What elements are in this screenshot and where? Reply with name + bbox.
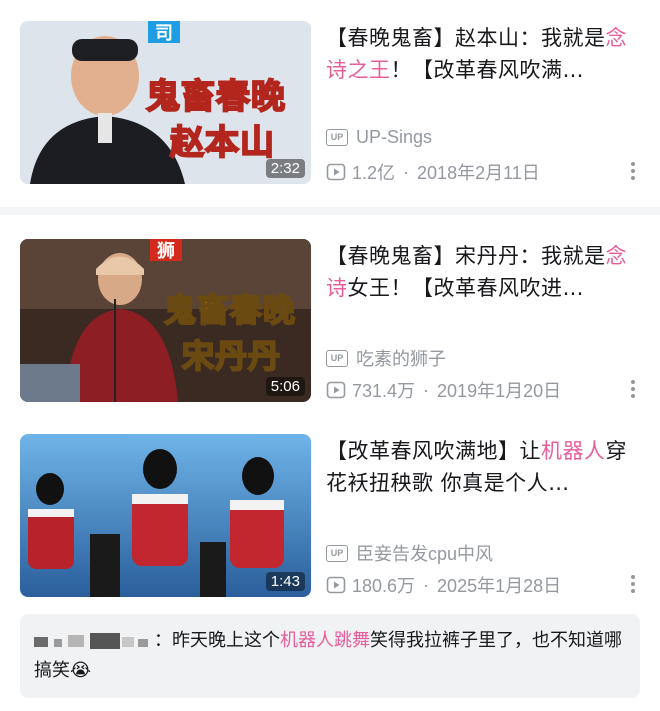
video-title[interactable]: 【春晚鬼畜】赵本山：我就是念诗之王！【改革春风吹满… xyxy=(326,22,644,86)
video-title[interactable]: 【改革春风吹满地】让机器人穿花袄扭秧歌 你真是个人… xyxy=(326,435,644,499)
thumb-badge: 司 xyxy=(155,23,173,44)
thumb-caption-1: 鬼畜春晚 xyxy=(163,290,297,330)
stats-row: 180.6万 · 2025年1月28日 xyxy=(326,572,561,598)
stats-row: 731.4万 · 2019年1月20日 xyxy=(326,377,561,403)
video-thumbnail[interactable]: 1:43 xyxy=(20,434,311,597)
more-options-icon[interactable] xyxy=(630,161,636,181)
video-thumbnail[interactable]: 狮 鬼畜春晚 宋丹丹 5:06 xyxy=(20,239,311,402)
uploader-row[interactable]: UP UP-Sings xyxy=(326,127,432,148)
up-badge-icon: UP xyxy=(326,129,348,146)
uploader-row[interactable]: UP 臣妾告发cpu中风 xyxy=(326,540,493,566)
play-count-icon xyxy=(326,576,346,594)
video-duration: 2:32 xyxy=(265,159,305,178)
upload-date: 2018年2月11日 xyxy=(417,163,540,183)
upload-date: 2025年1月28日 xyxy=(437,576,562,596)
title-highlight: 机器人 xyxy=(541,439,606,463)
upload-date: 2019年1月20日 xyxy=(437,381,562,401)
comment-prefix: ：昨天晚上这个 xyxy=(154,630,280,651)
view-count: 180.6万 xyxy=(352,576,416,596)
section-divider xyxy=(0,207,660,215)
title-text: 【春晚鬼畜】赵本山：我就是 xyxy=(326,26,606,50)
stats-row: 1.2亿 · 2018年2月11日 xyxy=(326,159,540,185)
comment-bubble: ：昨天晚上这个机器人跳舞笑得我拉裤子里了，也不知道哪搞笑😭 xyxy=(20,614,640,698)
more-options-icon[interactable] xyxy=(630,379,636,399)
title-text: 【春晚鬼畜】宋丹丹：我就是 xyxy=(326,244,606,268)
separator: · xyxy=(403,161,410,182)
title-text: 女王！【改革春风吹进… xyxy=(347,276,584,300)
thumb-caption-2: 宋丹丹 xyxy=(181,336,282,376)
play-count-icon xyxy=(326,381,346,399)
uploader-name: 臣妾告发cpu中风 xyxy=(356,544,494,564)
video-duration: 5:06 xyxy=(265,377,305,396)
comment-highlight: 机器人跳舞 xyxy=(280,630,370,651)
video-title[interactable]: 【春晚鬼畜】宋丹丹：我就是念诗女王！【改革春风吹进… xyxy=(326,240,644,304)
redacted-username xyxy=(34,633,148,649)
view-count: 1.2亿 xyxy=(352,163,396,183)
up-badge-icon: UP xyxy=(326,349,348,367)
up-badge-icon: UP xyxy=(326,544,348,562)
uploader-name: UP-Sings xyxy=(356,127,433,147)
title-text: ！【改革春风吹满… xyxy=(390,58,584,82)
video-duration: 1:43 xyxy=(265,572,305,591)
thumb-badge: 狮 xyxy=(157,241,175,262)
play-count-icon xyxy=(326,163,346,181)
thumb-caption-1: 鬼畜春晚 xyxy=(145,76,286,118)
uploader-row[interactable]: UP 吃素的狮子 xyxy=(326,345,446,371)
video-thumbnail[interactable]: 司 鬼畜春晚 赵本山 2:32 xyxy=(20,21,311,184)
more-options-icon[interactable] xyxy=(630,574,636,594)
thumb-caption-2: 赵本山 xyxy=(169,122,275,164)
view-count: 731.4万 xyxy=(352,381,416,401)
comment-text: ：昨天晚上这个机器人跳舞笑得我拉裤子里了，也不知道哪搞笑😭 xyxy=(34,626,624,686)
separator: · xyxy=(423,379,430,400)
separator: · xyxy=(423,574,430,595)
title-text: 【改革春风吹满地】让 xyxy=(326,439,541,463)
uploader-name: 吃素的狮子 xyxy=(356,349,446,369)
